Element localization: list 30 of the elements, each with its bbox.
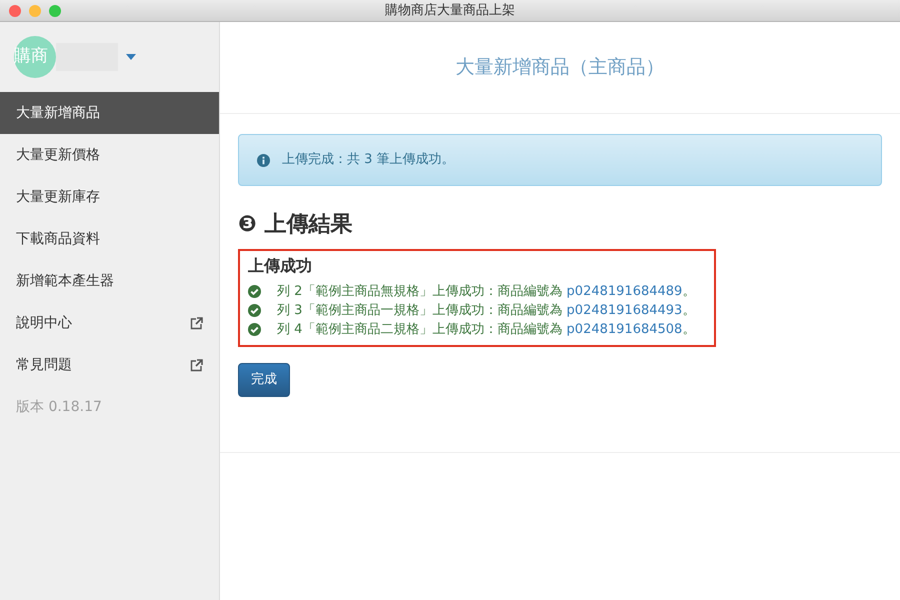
check-icon xyxy=(248,285,261,298)
window-title: 購物商店大量商品上架 xyxy=(385,2,515,20)
version-label: 版本 0.18.17 xyxy=(16,398,102,416)
section-heading: 上傳結果 xyxy=(264,211,353,239)
caret-icon[interactable] xyxy=(126,54,136,60)
info-icon xyxy=(257,154,270,166)
sidebar-item[interactable]: 大量更新價格 xyxy=(0,134,219,176)
results-title: 上傳成功 xyxy=(248,255,313,277)
page-title: 大量新增商品（主商品） xyxy=(456,55,664,80)
sidebar-item[interactable]: 說明中心 xyxy=(0,302,219,344)
product-code-link[interactable]: p0248191684508 xyxy=(566,322,682,337)
result-message: 列 4「範例主商品二規格」上傳成功：商品編號為 p0248191684508。 xyxy=(277,321,696,339)
sidebar-item[interactable]: 常見問題 xyxy=(0,344,219,386)
close-button[interactable] xyxy=(9,5,21,17)
step-number: ❸ xyxy=(238,211,257,239)
product-code-link[interactable]: p0248191684489 xyxy=(566,284,682,299)
product-code-link[interactable]: p0248191684493 xyxy=(566,303,682,318)
alert-message: 上傳完成：共 3 筆上傳成功。 xyxy=(282,151,455,170)
check-icon xyxy=(248,304,261,317)
check-icon xyxy=(248,323,261,336)
result-message: 列 2「範例主商品無規格」上傳成功：商品編號為 p0248191684489。 xyxy=(277,283,696,301)
hidden-store-name xyxy=(56,43,118,71)
sidebar-item[interactable]: 大量更新庫存 xyxy=(0,176,219,218)
sidebar-item[interactable]: 下載商品資料 xyxy=(0,218,219,260)
minimize-button[interactable] xyxy=(29,5,41,17)
sidebar-item[interactable]: 大量新增商品 xyxy=(0,92,219,134)
sidebar-item[interactable]: 新增範本產生器 xyxy=(0,260,219,302)
done-button[interactable]: 完成 xyxy=(238,363,290,396)
zoom-button[interactable] xyxy=(49,5,61,17)
result-message: 列 3「範例主商品一規格」上傳成功：商品編號為 p0248191684493。 xyxy=(277,302,696,320)
